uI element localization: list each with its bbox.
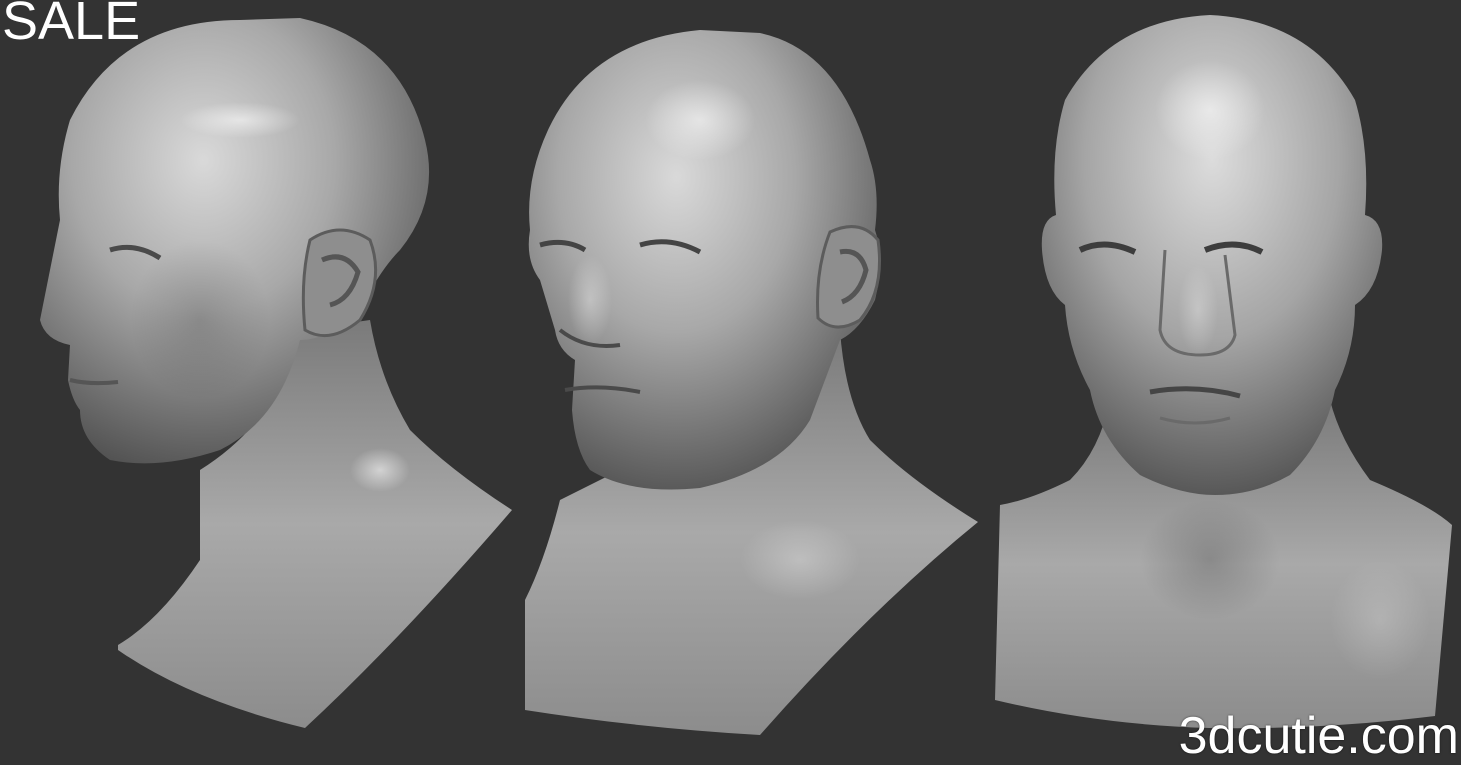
watermark-text: 3dcutie.com bbox=[1178, 707, 1459, 765]
head-front-view bbox=[995, 15, 1452, 729]
sale-label: SALE bbox=[2, 0, 141, 51]
head-left-view bbox=[40, 18, 512, 728]
sculpt-render bbox=[40, 15, 1452, 735]
head-three-quarter-view bbox=[525, 30, 978, 735]
